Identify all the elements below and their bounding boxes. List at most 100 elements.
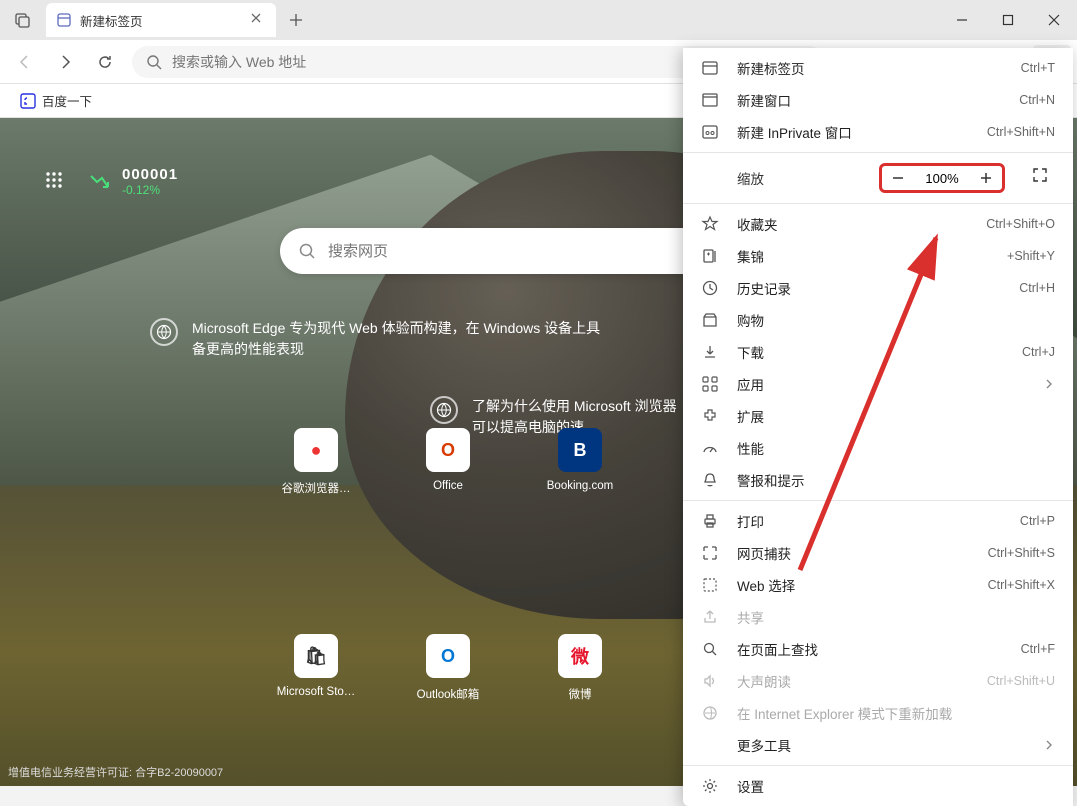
quick-link-tile[interactable]: BBooking.com: [544, 428, 616, 496]
menu-item-share: 共享: [683, 601, 1073, 633]
menu-item-label: 应用: [737, 374, 1025, 394]
menu-shortcut: +Shift+Y: [1007, 249, 1055, 263]
star-icon: [701, 215, 719, 233]
blank-icon: [701, 736, 719, 754]
menu-item-shopping[interactable]: 购物: [683, 304, 1073, 336]
menu-item-alerts[interactable]: 警报和提示: [683, 464, 1073, 496]
promo-text-1: Microsoft Edge 专为现代 Web 体验而构建，在 Windows …: [192, 318, 610, 360]
share-icon: [701, 608, 719, 626]
tile-icon: O: [426, 634, 470, 678]
menu-separator: [683, 152, 1073, 153]
tile-label: Outlook邮箱: [417, 686, 480, 702]
menu-item-history[interactable]: 历史记录 Ctrl+H: [683, 272, 1073, 304]
menu-item-settings[interactable]: 设置: [683, 770, 1073, 802]
download-icon: [701, 343, 719, 361]
print-icon: [701, 512, 719, 530]
menu-item-performance[interactable]: 性能: [683, 432, 1073, 464]
menu-item-label: 网页捕获: [737, 543, 970, 563]
menu-item-star[interactable]: 收藏夹 Ctrl+Shift+O: [683, 208, 1073, 240]
ie-icon: [701, 704, 719, 722]
tile-label: Microsoft Sto…: [277, 686, 356, 698]
tile-icon: O: [426, 428, 470, 472]
menu-shortcut: Ctrl+Shift+O: [986, 217, 1055, 231]
menu-item-label: 设置: [737, 776, 1055, 796]
menu-item-apps[interactable]: 应用: [683, 368, 1073, 400]
menu-separator: [683, 765, 1073, 766]
new-tab-button[interactable]: [280, 4, 312, 36]
zoom-row: 缩放100%: [683, 157, 1073, 199]
search-icon: [298, 242, 316, 260]
select-icon: [701, 576, 719, 594]
zoom-out-button[interactable]: [886, 166, 910, 190]
menu-item-tab[interactable]: 新建标签页Ctrl+T: [683, 52, 1073, 84]
zoom-in-button[interactable]: [974, 166, 998, 190]
menu-shortcut: Ctrl+P: [1020, 514, 1055, 528]
tile-label: Office: [433, 480, 463, 492]
menu-shortcut: Ctrl+H: [1019, 281, 1055, 295]
bookmark-favicon-icon: [20, 93, 36, 109]
menu-item-inprivate[interactable]: 新建 InPrivate 窗口Ctrl+Shift+N: [683, 116, 1073, 148]
fullscreen-button[interactable]: [1031, 166, 1055, 190]
menu-item-find[interactable]: 在页面上查找Ctrl+F: [683, 633, 1073, 665]
menu-separator: [683, 203, 1073, 204]
window-controls: [939, 0, 1077, 40]
close-window-button[interactable]: [1031, 0, 1077, 40]
quick-link-tile[interactable]: 🛍Microsoft Sto…: [280, 634, 352, 702]
tab-close-icon[interactable]: [250, 12, 266, 28]
minimize-button[interactable]: [939, 0, 985, 40]
menu-shortcut: Ctrl+Shift+S: [988, 546, 1055, 560]
chevron-right-icon: [1043, 739, 1055, 751]
menu-item-label: 新建窗口: [737, 90, 1001, 110]
menu-item-collections[interactable]: 集锦+Shift+Y: [683, 240, 1073, 272]
menu-item-label: 打印: [737, 511, 1002, 531]
bookmark-label: 百度一下: [42, 91, 92, 110]
menu-item-label: 更多工具: [737, 735, 1025, 755]
globe-icon: [430, 396, 458, 424]
app-launcher-icon[interactable]: [44, 170, 68, 194]
back-button[interactable]: [6, 45, 44, 79]
stock-change: -0.12%: [122, 183, 178, 197]
refresh-button[interactable]: [86, 45, 124, 79]
menu-item-label: 收藏夹: [737, 214, 968, 234]
quick-link-tile[interactable]: O Outlook邮箱: [412, 634, 484, 702]
stock-trend-icon: [88, 170, 112, 194]
maximize-button[interactable]: [985, 0, 1031, 40]
menu-item-capture[interactable]: 网页捕获 Ctrl+Shift+S: [683, 537, 1073, 569]
menu-item-label: 历史记录: [737, 278, 1001, 298]
forward-button[interactable]: [46, 45, 84, 79]
tab-actions-button[interactable]: [6, 4, 40, 36]
menu-item-label: 下载: [737, 342, 1004, 362]
menu-item-readaloud: 大声朗读Ctrl+Shift+U: [683, 665, 1073, 697]
menu-item-more[interactable]: 更多工具: [683, 729, 1073, 761]
search-icon: [146, 54, 162, 70]
menu-item-print[interactable]: 打印 Ctrl+P: [683, 505, 1073, 537]
menu-item-select[interactable]: Web 选择 Ctrl+Shift+X: [683, 569, 1073, 601]
menu-item-label: Web 选择: [737, 575, 970, 595]
chevron-right-icon: [1043, 378, 1055, 390]
menu-item-label: 扩展: [737, 406, 1055, 426]
quick-link-tile[interactable]: O Office: [412, 428, 484, 496]
quick-link-tile[interactable]: ●谷歌浏览器…: [280, 428, 352, 496]
menu-shortcut: Ctrl+Shift+X: [988, 578, 1055, 592]
tab-icon: [701, 59, 719, 77]
tile-icon: 微: [558, 634, 602, 678]
tile-label: 谷歌浏览器…: [282, 480, 351, 496]
tile-label: Booking.com: [547, 480, 613, 492]
promo-card-1[interactable]: Microsoft Edge 专为现代 Web 体验而构建，在 Windows …: [150, 318, 610, 360]
menu-item-label: 在页面上查找: [737, 639, 1003, 659]
menu-item-label: 警报和提示: [737, 470, 1055, 490]
browser-tab[interactable]: 新建标签页: [46, 3, 276, 37]
stock-widget[interactable]: 000001 -0.12%: [88, 166, 178, 197]
menu-item-extensions[interactable]: 扩展: [683, 400, 1073, 432]
bookmark-item[interactable]: 百度一下: [14, 87, 98, 114]
zoom-highlight-box: 100%: [879, 163, 1005, 193]
tab-title: 新建标签页: [80, 11, 242, 30]
extensions-icon: [701, 407, 719, 425]
shopping-icon: [701, 311, 719, 329]
quick-link-tile[interactable]: 微微博: [544, 634, 616, 702]
menu-item-window[interactable]: 新建窗口Ctrl+N: [683, 84, 1073, 116]
menu-item-label: 购物: [737, 310, 1055, 330]
menu-item-download[interactable]: 下载Ctrl+J: [683, 336, 1073, 368]
menu-item-label: 大声朗读: [737, 671, 969, 691]
footer-text: 增值电信业务经营许可证: 合字B2-20090007: [8, 764, 223, 780]
